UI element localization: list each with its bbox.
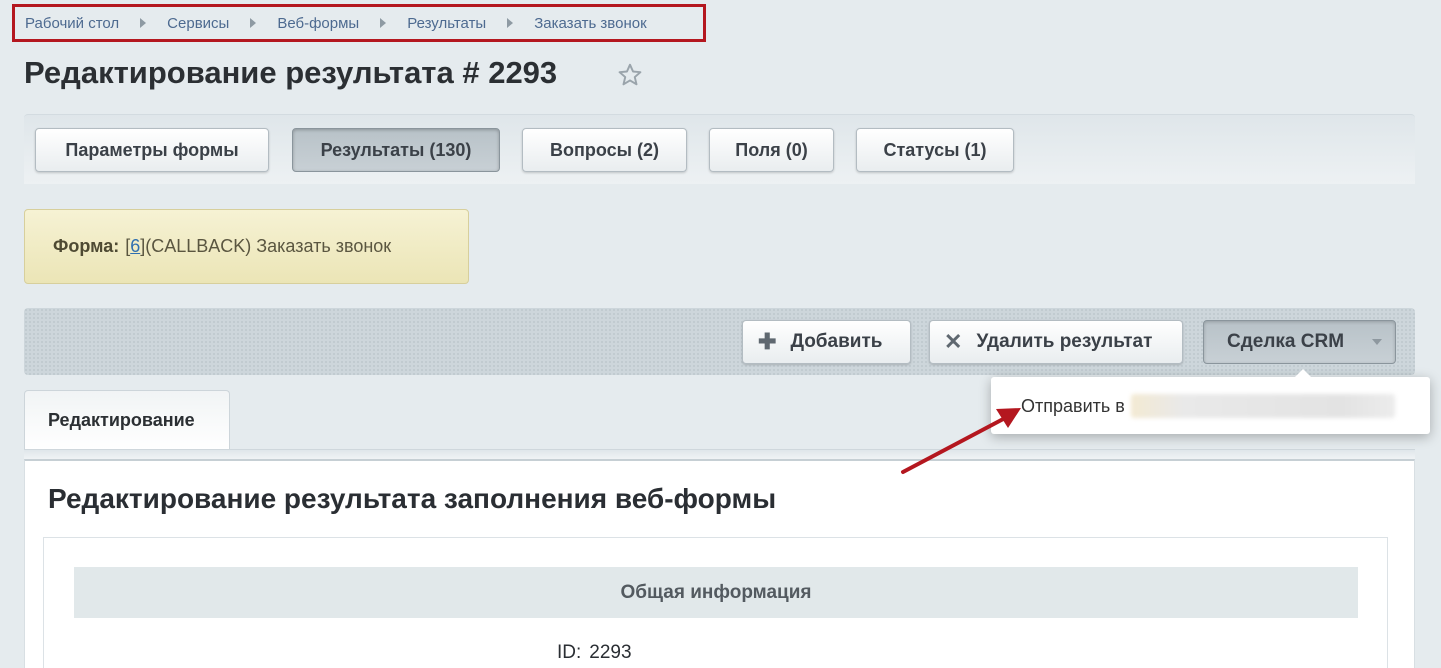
tab-editing[interactable]: Редактирование [24, 390, 230, 450]
breadcrumb-item-desktop[interactable]: Рабочий стол [25, 15, 119, 32]
form-info-text: (CALLBACK) Заказать звонок [145, 236, 392, 256]
tab-results[interactable]: Результаты (130) [292, 128, 500, 172]
panel-divider [24, 449, 1415, 459]
page-title: Редактирование результата # 2293 [24, 55, 558, 90]
chevron-right-icon [380, 18, 387, 28]
breadcrumb: Рабочий стол Сервисы Веб-формы Результат… [12, 4, 706, 42]
id-value: 2293 [589, 642, 632, 663]
blurred-url-redaction [1130, 394, 1395, 418]
close-icon: ✕ [944, 329, 963, 354]
breadcrumb-item-web-forms[interactable]: Веб-формы [277, 15, 359, 32]
edit-panel: Редактирование результата заполнения веб… [24, 459, 1415, 668]
tab-statuses[interactable]: Статусы (1) [856, 128, 1014, 172]
form-info-box: Форма: [6] (CALLBACK) Заказать звонок [24, 209, 469, 284]
chevron-down-icon [1372, 339, 1383, 345]
tab-editing-label: Редактирование [48, 410, 195, 430]
add-button-label: Добавить [790, 331, 883, 352]
delete-result-button[interactable]: ✕ Удалить результат [929, 320, 1183, 364]
form-id-link[interactable]: 6 [130, 236, 140, 257]
breadcrumb-item-order-call[interactable]: Заказать звонок [534, 15, 646, 32]
chevron-right-icon [250, 18, 257, 28]
annotation-arrow-icon [901, 408, 1021, 474]
crm-dropdown-menu: Отправить в [991, 369, 1430, 434]
panel-heading: Редактирование результата заполнения веб… [48, 483, 777, 514]
id-label: ID: [557, 642, 582, 663]
chevron-right-icon [507, 18, 514, 28]
plus-icon: ✚ [758, 329, 777, 354]
crm-deal-button-label: Сделка CRM [1227, 331, 1345, 352]
chevron-right-icon [140, 18, 147, 28]
form-tabs-bar: Параметры формы Результаты (130) Вопросы… [24, 114, 1415, 184]
star-icon[interactable] [617, 62, 643, 88]
delete-result-button-label: Удалить результат [976, 331, 1153, 352]
crm-deal-button[interactable]: Сделка CRM [1203, 320, 1396, 364]
tab-questions[interactable]: Вопросы (2) [522, 128, 687, 172]
crm-menu-item-label: Отправить в [1021, 395, 1125, 416]
tab-form-parameters[interactable]: Параметры формы [35, 128, 269, 172]
add-button[interactable]: ✚ Добавить [742, 320, 911, 364]
crm-menu-item-send-to[interactable]: Отправить в [1021, 394, 1395, 418]
result-toolbar: ✚ Добавить ✕ Удалить результат Сделка CR… [24, 308, 1415, 375]
tab-fields[interactable]: Поля (0) [709, 128, 834, 172]
id-field-row: ID: 2293 [557, 642, 632, 664]
breadcrumb-item-results[interactable]: Результаты [407, 15, 486, 32]
section-title: Общая информация [74, 567, 1358, 618]
breadcrumb-item-services[interactable]: Сервисы [167, 15, 229, 32]
general-info-section: Общая информация ID: 2293 [43, 537, 1388, 668]
form-info-label: Форма: [53, 236, 120, 256]
